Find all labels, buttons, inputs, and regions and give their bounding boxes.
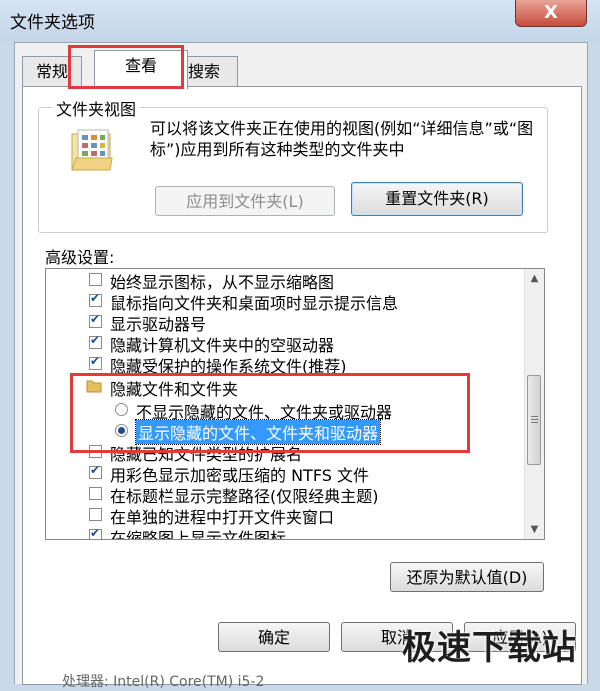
folder-views-description: 可以将该文件夹正在使用的视图(例如“详细信息”或“图标”)应用到所有这种类型的文… — [150, 119, 534, 159]
scroll-thumb[interactable] — [527, 375, 541, 465]
tab-highlight-box — [68, 45, 184, 89]
checkbox[interactable] — [89, 463, 102, 479]
folder-view-icon — [71, 129, 113, 171]
scroll-up-arrow-icon[interactable]: ▲ — [525, 269, 544, 288]
scroll-down-arrow-icon[interactable]: ▼ — [525, 520, 544, 539]
window-title: 文件夹选项 — [10, 13, 95, 33]
checkbox[interactable] — [89, 333, 102, 349]
checkbox[interactable] — [89, 487, 102, 500]
checkbox[interactable] — [89, 291, 102, 307]
checkbox[interactable] — [89, 354, 102, 370]
tab-general-label: 常规 — [35, 62, 68, 81]
restore-defaults-button[interactable]: 还原为默认值(D) — [390, 562, 544, 592]
reset-folders-button[interactable]: 重置文件夹(R) — [351, 182, 523, 216]
watermark-text: 极速下载站 — [402, 628, 577, 668]
list-item-label: 在缩略图上显示文件图标 — [110, 529, 287, 540]
ok-button[interactable]: 确定 — [218, 622, 330, 652]
list-scrollbar[interactable]: ▲ ▼ — [524, 269, 544, 539]
title-bar: 文件夹选项 X — [0, 0, 600, 42]
folder-views-title: 文件夹视图 — [52, 96, 141, 120]
apply-to-folders-button[interactable]: 应用到文件夹(L) — [155, 186, 335, 216]
checkbox[interactable] — [89, 526, 102, 539]
advanced-settings-label: 高级设置: — [45, 248, 115, 267]
close-button[interactable]: X — [515, 0, 587, 27]
close-icon: X — [544, 2, 558, 23]
checkbox[interactable] — [89, 508, 102, 521]
tab-search-label: 搜索 — [187, 62, 220, 81]
checkbox[interactable] — [89, 312, 102, 328]
checkbox[interactable] — [89, 273, 102, 286]
background-system-text: 处理器: Intel(R) Core(TM) i5-2 — [62, 674, 265, 690]
radio-highlight-box — [70, 373, 470, 453]
